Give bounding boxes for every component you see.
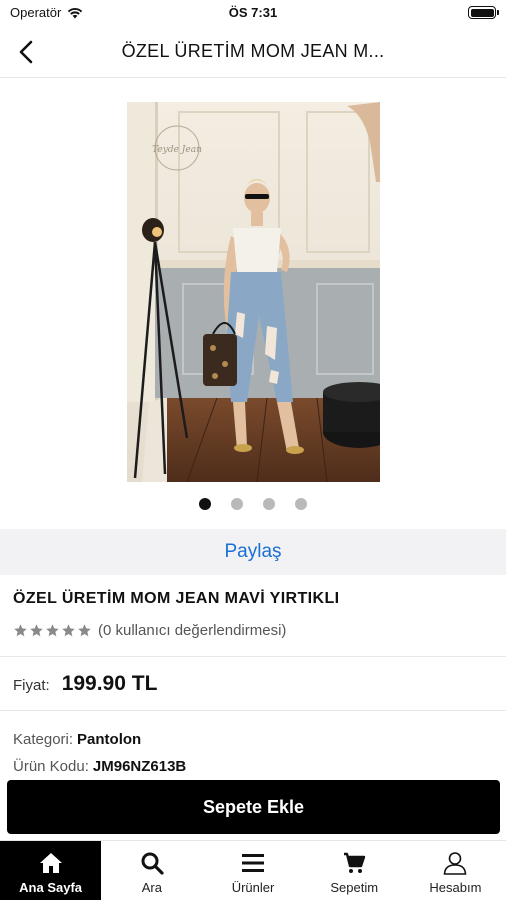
category-value[interactable]: Pantolon (77, 731, 141, 748)
pagination-dot-4[interactable] (295, 498, 307, 510)
rating-stars[interactable] (13, 623, 92, 638)
star-icon (46, 624, 59, 637)
price-row: Fiyat: 199.90 TL (13, 672, 157, 696)
star-icon (78, 624, 91, 637)
share-bar: Paylaş (0, 529, 506, 575)
back-button[interactable] (8, 34, 44, 70)
price-label: Fiyat: (13, 677, 50, 694)
image-pagination (0, 498, 506, 510)
cart-icon (342, 851, 366, 875)
tab-account[interactable]: Hesabım (405, 841, 506, 900)
star-icon (30, 624, 43, 637)
rating-row: (0 kullanıcı değerlendirmesi) (13, 622, 286, 639)
tab-search[interactable]: Ara (101, 841, 202, 900)
tab-label: Sepetim (330, 880, 379, 895)
bottom-tab-bar: Ana Sayfa Ara Ürünler Sepetim Hesabım (0, 840, 506, 900)
tab-cart[interactable]: Sepetim (304, 841, 405, 900)
divider (0, 656, 506, 657)
tab-label: Ana Sayfa (19, 880, 83, 895)
price-value: 199.90 TL (61, 672, 158, 695)
product-code-label: Ürün Kodu: (13, 758, 89, 775)
status-time: ÖS 7:31 (228, 5, 278, 20)
pagination-dot-3[interactable] (263, 498, 275, 510)
tab-label: Ürünler (231, 880, 275, 895)
search-icon (140, 851, 164, 875)
category-label: Kategori: (13, 731, 74, 748)
pagination-dot-1[interactable] (199, 498, 211, 510)
battery-icon (468, 6, 499, 19)
pagination-dot-2[interactable] (231, 498, 243, 510)
product-photo: Teyde Jean (127, 102, 380, 482)
share-button[interactable]: Paylaş (224, 541, 281, 563)
tab-label: Hesabım (429, 880, 482, 895)
product-code-value: JM96NZ613B (92, 758, 187, 775)
page-title: ÖZEL ÜRETİM MOM JEAN M... (121, 41, 385, 61)
home-icon (39, 851, 63, 875)
tab-products[interactable]: Ürünler (202, 841, 303, 900)
product-code-row: Ürün Kodu: JM96NZ613B (13, 758, 186, 775)
chevron-left-icon (19, 40, 33, 64)
watermark-text: Teyde Jean (152, 145, 202, 155)
product-title: ÖZEL ÜRETİM MOM JEAN MAVİ YIRTIKLI (13, 590, 340, 607)
divider (0, 710, 506, 711)
status-bar: Operatör ÖS 7:31 (0, 0, 506, 26)
user-icon (443, 851, 467, 875)
star-icon (14, 624, 27, 637)
star-icon (62, 624, 75, 637)
category-row: Kategori: Pantolon (13, 731, 141, 748)
product-image[interactable]: Teyde Jean (127, 102, 380, 482)
tab-home[interactable]: Ana Sayfa (0, 841, 102, 900)
nav-bar: ÖZEL ÜRETİM MOM JEAN M... (0, 26, 506, 78)
menu-icon (241, 851, 265, 875)
rating-count: (0 kullanıcı değerlendirmesi) (98, 622, 287, 639)
add-to-cart-button[interactable]: Sepete Ekle (7, 780, 500, 834)
tab-label: Ara (141, 880, 162, 895)
